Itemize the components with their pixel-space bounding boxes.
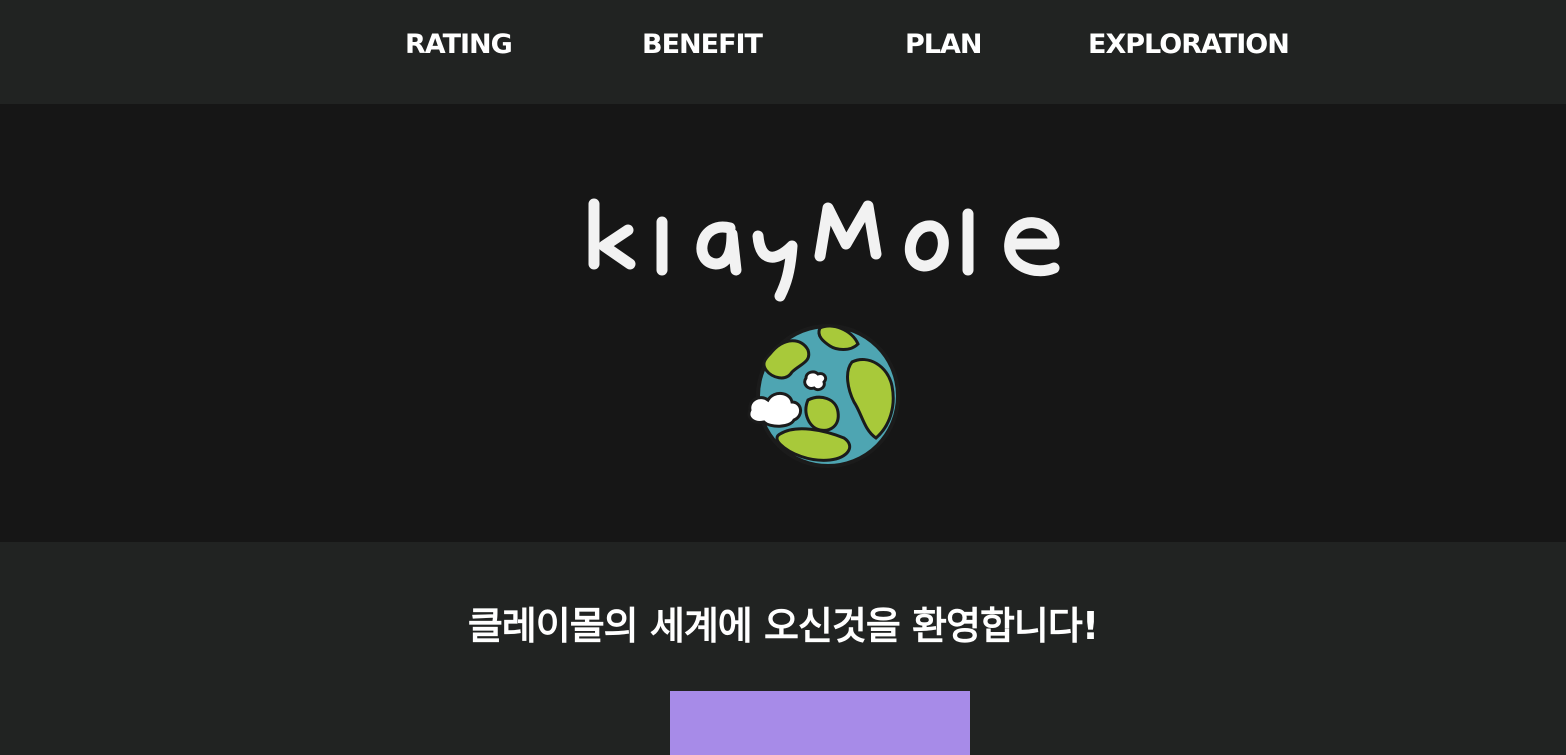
welcome-heading: 클레이몰의 세계에 오신것을 환영합니다! [467, 604, 1099, 648]
primary-cta-button[interactable] [670, 691, 970, 755]
nav-item-rating[interactable]: RATING [405, 26, 513, 64]
top-navbar: RATING BENEFIT PLAN EXPLORATION [0, 0, 1566, 104]
klaymole-logo [588, 198, 1060, 302]
nav-item-benefit[interactable]: BENEFIT [642, 26, 763, 64]
hero-banner [0, 104, 1566, 542]
nav-item-plan[interactable]: PLAN [905, 26, 982, 64]
earth-globe-icon [747, 324, 900, 468]
nav-item-exploration[interactable]: EXPLORATION [1088, 26, 1290, 64]
